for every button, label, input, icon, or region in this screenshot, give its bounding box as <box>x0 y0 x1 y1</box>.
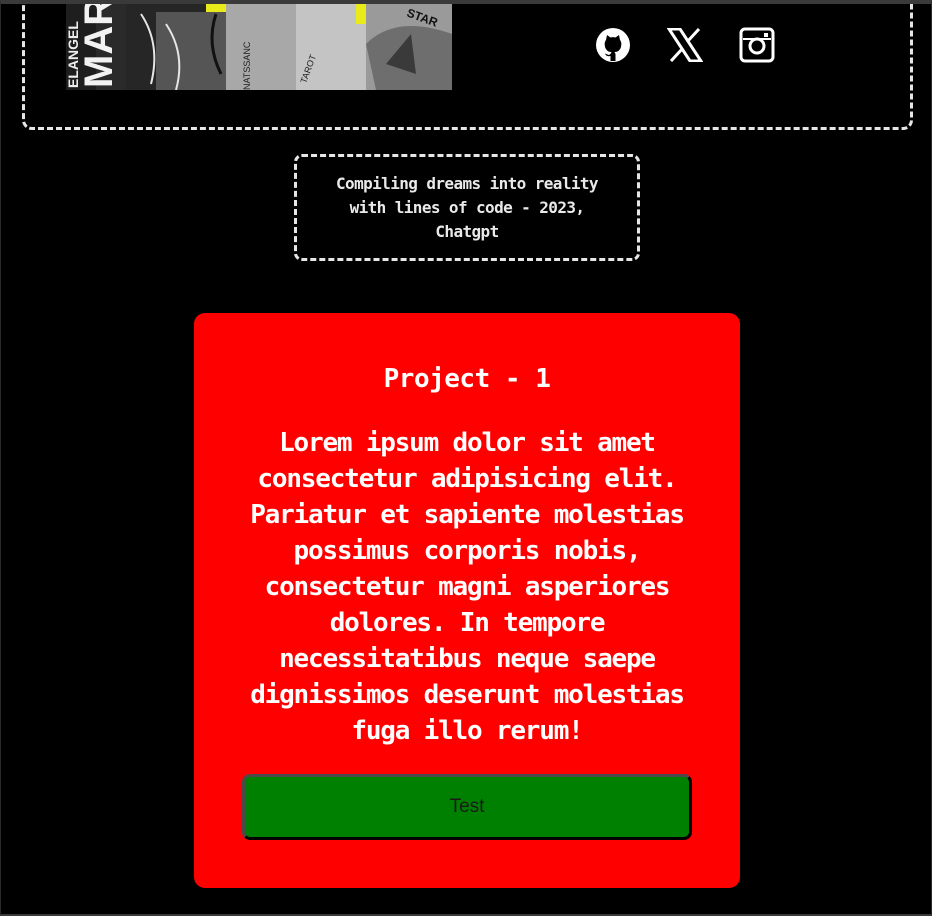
hero-text-mar: MAR <box>77 4 121 88</box>
x-icon <box>666 27 704 66</box>
project-title: Project - 1 <box>383 364 551 394</box>
hero-text-natssanc: NATSSANC <box>242 41 252 90</box>
project-description: Lorem ipsum dolor sit amet consectetur a… <box>250 428 685 746</box>
project-card: Project - 1 Lorem ipsum dolor sit amet c… <box>194 313 740 888</box>
github-icon <box>595 27 631 67</box>
x-link[interactable] <box>666 27 704 66</box>
instagram-link[interactable] <box>738 27 776 67</box>
quote-text: Compiling dreams into reality with lines… <box>336 173 599 241</box>
github-link[interactable] <box>594 28 632 66</box>
quote-box: Compiling dreams into reality with lines… <box>294 154 640 261</box>
test-button[interactable]: Test <box>242 774 692 840</box>
instagram-icon <box>739 27 775 67</box>
hero-image: ELANGEL MAR STAR TAROT NATSSANC <box>66 4 452 90</box>
